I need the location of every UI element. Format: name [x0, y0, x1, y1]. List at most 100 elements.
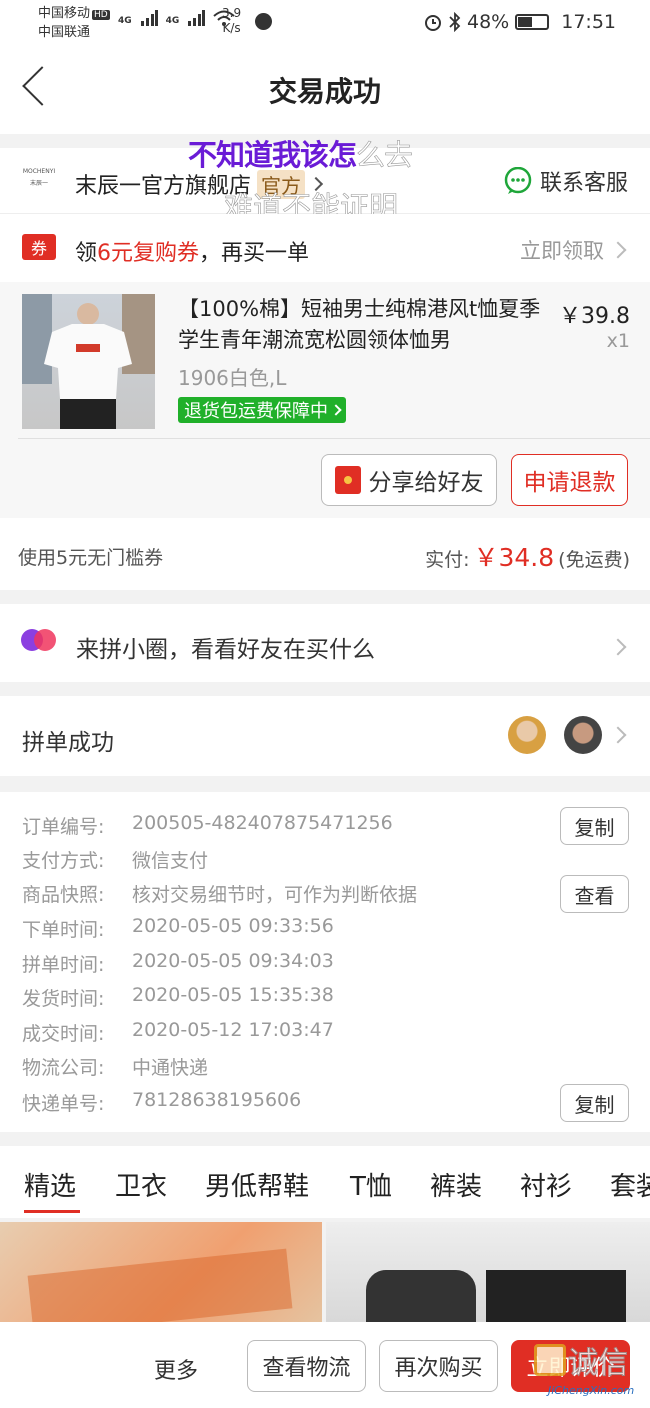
red-packet-icon — [334, 466, 361, 494]
overlay-text-1b: 么去 — [356, 138, 414, 173]
order-time-label: 下单时间: — [22, 919, 105, 941]
logistics-company-value: 中通快递 — [132, 1057, 209, 1079]
paid-amount-group: 实付: ￥34.8 (免运费) — [425, 538, 630, 574]
watermark-logo-icon — [534, 1344, 566, 1376]
group-time-value: 2020-05-05 09:34:03 — [132, 950, 334, 972]
signal-icons: 4G 4G — [118, 10, 235, 26]
speed-unit: K/s — [222, 21, 241, 35]
net-2: 4G — [165, 16, 180, 26]
nav-bar: 交易成功 — [0, 48, 650, 134]
watermark-url: JiChengXin.com — [548, 1384, 635, 1397]
coupon-amount: 6元复购券 — [97, 241, 200, 266]
clock: 17:51 — [561, 11, 616, 33]
deal-time-label: 成交时间: — [22, 1023, 105, 1045]
chat-icon — [504, 167, 532, 194]
order-number-label: 订单编号: — [22, 816, 105, 838]
ship-time-label: 发货时间: — [22, 988, 105, 1010]
guarantee-label: 退货包运费保障中 — [184, 401, 328, 422]
battery-icon — [515, 14, 550, 30]
tab-set[interactable]: 套装 — [610, 1166, 650, 1203]
coupon-icon: 券 — [22, 234, 56, 260]
more-button[interactable]: 更多 — [154, 1353, 198, 1385]
avatar — [508, 716, 546, 754]
tab-pants[interactable]: 裤装 — [430, 1166, 482, 1203]
rebuy-button[interactable]: 再次购买 — [379, 1340, 498, 1392]
coupon-used: 使用5元无门槛券 — [18, 547, 164, 569]
ship-time-value: 2020-05-05 15:35:38 — [132, 984, 334, 1006]
tab-hoodie[interactable]: 卫衣 — [115, 1166, 167, 1203]
chevron-right-icon — [609, 241, 627, 259]
bluetooth-icon — [449, 12, 461, 32]
product-image[interactable] — [22, 294, 155, 429]
globe-icon — [255, 13, 272, 30]
contact-service-button[interactable]: 联系客服 — [504, 165, 628, 197]
chevron-right-icon — [609, 726, 627, 744]
chevron-right-icon — [609, 638, 627, 656]
net-speed: 3.9 K/s — [222, 6, 241, 36]
clothing-hanger-image-2 — [486, 1270, 626, 1322]
coupon-text-post: ，再买一单 — [199, 241, 310, 266]
recommended-product-2[interactable] — [326, 1222, 650, 1322]
overlay-text-1a: 不知道我该怎 — [188, 138, 357, 172]
friend-circle-text: 来拼小圈，看看好友在买什么 — [76, 637, 375, 663]
divider — [18, 438, 650, 439]
circle-icon — [21, 629, 56, 651]
page-title: 交易成功 — [268, 75, 381, 108]
guarantee-chevron-icon — [330, 404, 342, 416]
store-logo-text: MOCHENYI — [22, 168, 56, 175]
share-friends-button[interactable]: 分享给好友 — [321, 454, 497, 506]
watermark: 诚信 — [534, 1338, 629, 1382]
store-logo: MOCHENYI 末辰一 — [22, 166, 56, 190]
refund-button[interactable]: 申请退款 — [511, 454, 628, 506]
battery-percent: 48% — [467, 11, 510, 33]
order-number-value: 200505-482407875471256 — [132, 812, 393, 834]
status-bar: 中国移动 HD 中国联通 4G 4G 3.9 K/s 48% 17:51 — [0, 0, 650, 48]
deal-time-value: 2020-05-12 17:03:47 — [132, 1019, 334, 1041]
tab-tshirt[interactable]: T恤 — [350, 1166, 392, 1203]
group-success-row[interactable]: 拼单成功 — [0, 696, 650, 776]
paid-amount: ￥34.8 — [473, 543, 555, 572]
product-card[interactable]: 【100%棉】短袖男士纯棉港风t恤夏季学生青年潮流宽松圆领体恤男 1906白色,… — [0, 282, 650, 518]
product-price: ￥39.8 — [559, 304, 630, 329]
store-logo-sub: 末辰一 — [29, 180, 48, 187]
recommended-product-1[interactable] — [0, 1222, 322, 1322]
snapshot-value: 核对交易细节时，可作为判断依据 — [132, 884, 418, 906]
speed-value: 3.9 — [222, 6, 242, 20]
coupon-row[interactable]: 券 领6元复购券，再买一单 立即领取 — [0, 214, 650, 282]
bottom-bar: 更多 查看物流 再次购买 立即评价 诚信 JiChengXin.com — [0, 1322, 650, 1408]
payment-row: 使用5元无门槛券 实付: ￥34.8 (免运费) — [0, 518, 650, 590]
order-info: 订单编号: 200505-482407875471256 复制 支付方式: 微信… — [0, 792, 650, 1132]
hd-badge: HD — [92, 10, 110, 20]
share-label: 分享给好友 — [368, 470, 484, 496]
shipping-note: (免运费) — [558, 549, 630, 571]
payment-method-value: 微信支付 — [132, 850, 209, 872]
product-sku: 1906白色,L — [178, 366, 287, 390]
group-time-label: 拼单时间: — [22, 954, 105, 976]
carrier-2: 中国联通 — [38, 25, 91, 40]
coupon-text-pre: 领 — [75, 241, 98, 266]
payment-method-label: 支付方式: — [22, 850, 105, 872]
tab-low-shoes[interactable]: 男低帮鞋 — [205, 1166, 309, 1203]
signal-icon — [140, 10, 158, 26]
view-logistics-button[interactable]: 查看物流 — [247, 1340, 366, 1392]
claim-coupon-link[interactable]: 立即领取 — [520, 235, 604, 265]
alarm-icon — [425, 15, 441, 31]
view-snapshot-button[interactable]: 查看 — [560, 875, 629, 913]
copy-tracking-button[interactable]: 复制 — [560, 1084, 629, 1122]
copy-order-number-button[interactable]: 复制 — [560, 807, 629, 845]
tab-shirt[interactable]: 衬衫 — [520, 1166, 572, 1203]
contact-label: 联系客服 — [540, 171, 629, 196]
carrier-1: 中国移动 — [38, 6, 91, 21]
logistics-company-label: 物流公司: — [22, 1057, 105, 1079]
carrier-info: 中国移动 HD 中国联通 — [38, 5, 110, 41]
friend-circle-row[interactable]: 来拼小圈，看看好友在买什么 — [0, 604, 650, 682]
product-package-image — [27, 1248, 293, 1322]
overlay-text-1: 不知道我该怎么去 — [188, 132, 414, 174]
clothing-hanger-image — [366, 1270, 476, 1322]
tab-featured[interactable]: 精选 — [24, 1166, 76, 1203]
product-title[interactable]: 【100%棉】短袖男士纯棉港风t恤夏季学生青年潮流宽松圆领体恤男 — [178, 294, 548, 356]
tracking-number-value: 78128638195606 — [132, 1089, 302, 1111]
tab-underline — [24, 1210, 80, 1213]
shipping-guarantee-badge[interactable]: 退货包运费保障中 — [178, 397, 346, 423]
net-1: 4G — [118, 16, 132, 26]
